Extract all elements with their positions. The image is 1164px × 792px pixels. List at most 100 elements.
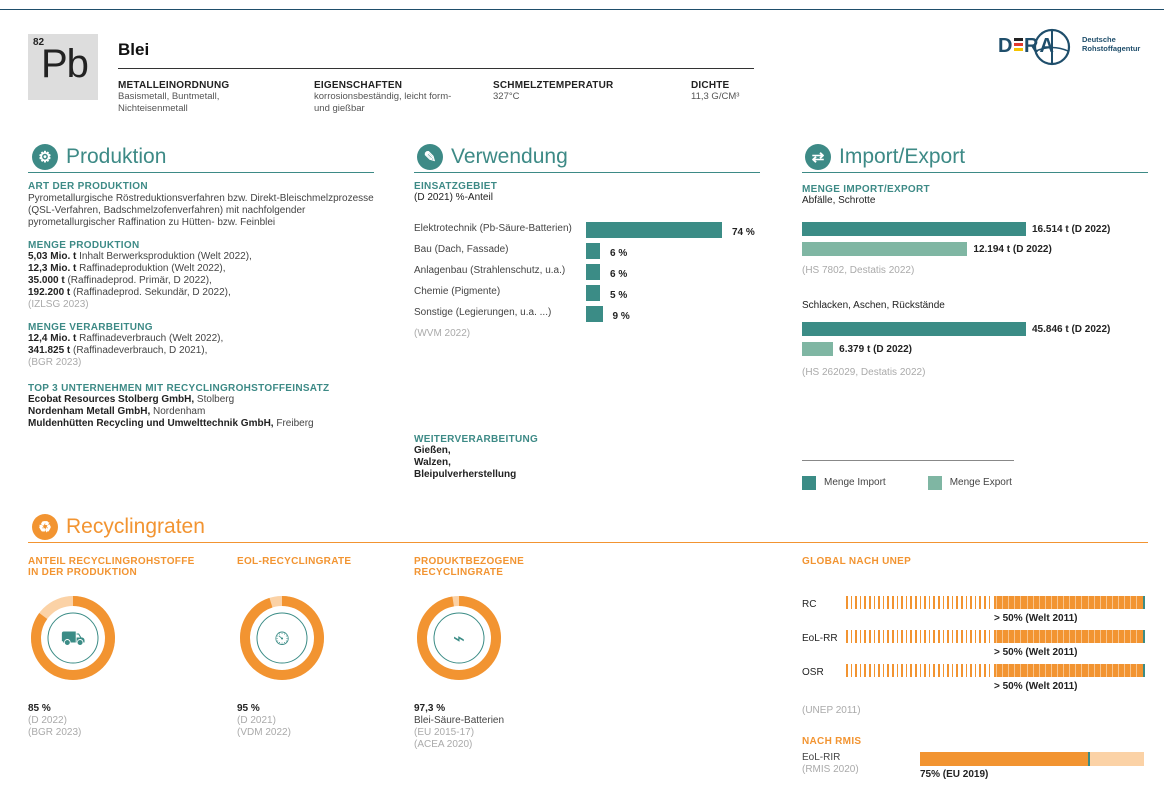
tick-mark <box>951 596 954 609</box>
heading-line: RECYCLINGRATE <box>414 567 504 578</box>
tick-mark <box>1063 664 1065 677</box>
weiter-item: Gießen, <box>414 445 451 456</box>
weiter-item: Bleipulverherstellung <box>414 469 517 480</box>
group1-title: Abfälle, Schrotte <box>802 195 876 206</box>
section-rule <box>802 172 1148 173</box>
tick-mark <box>979 664 981 677</box>
section-produktion-header: ⚙ Produktion <box>32 144 166 170</box>
value: 97,3 % <box>414 703 446 714</box>
tick-mark <box>961 664 963 677</box>
unep-end <box>1143 664 1145 677</box>
tick-mark <box>1057 630 1058 643</box>
import-chart-1: 16.514 t (D 2022) 12.194 t (D 2022) <box>802 222 1142 258</box>
data-label: 12.194 t (D 2022) <box>973 244 1052 255</box>
tick-mark <box>887 596 889 609</box>
bar <box>586 243 600 259</box>
rmis-marker <box>1088 752 1090 766</box>
tick-mark <box>892 630 894 643</box>
tick-mark <box>947 664 949 677</box>
tick-mark <box>996 664 997 677</box>
verwendung-column: EINSATZGEBIET (D 2021) %-Anteil <box>414 181 497 204</box>
recycling-col3-values: 97,3 % Blei-Säure-Batterien (EU 2015-17)… <box>414 703 504 751</box>
tick-mark <box>1026 664 1028 677</box>
tick-mark <box>956 630 958 643</box>
category-label: Bau (Dach, Fassade) <box>414 244 509 255</box>
tick-mark <box>882 630 885 643</box>
data-label: 6 % <box>610 248 628 259</box>
svg-text:RA: RA <box>1024 35 1055 57</box>
section-title: Produktion <box>66 145 167 168</box>
tick-mark <box>859 630 862 643</box>
unep-row-label: RC <box>802 599 817 610</box>
speedometer-icon: ⏲ <box>274 626 290 650</box>
rmis-heading: NACH RMIS <box>802 736 862 747</box>
import-source-1: (HS 7802, Destatis 2022) <box>802 265 915 276</box>
weiter-block: WEITERVERARBEITUNG Gießen, Walzen, Bleip… <box>414 434 538 481</box>
tick-mark <box>974 630 977 643</box>
data-label: 6.379 t (D 2022) <box>839 344 912 355</box>
subtitle: Blei-Säure-Batterien <box>414 715 505 726</box>
verarb-item: 341.825 t (Raffinadeverbrauch, D 2021), <box>28 345 208 356</box>
tick-mark <box>933 630 935 643</box>
category-label: Chemie (Pigmente) <box>414 286 501 297</box>
tick-mark <box>1008 664 1010 677</box>
tick-mark <box>1099 664 1101 677</box>
donut-eol: ⏲ <box>240 596 324 680</box>
value: 95 % <box>237 703 260 714</box>
tick-mark <box>1069 664 1071 677</box>
verarb-heading: MENGE VERARBEITUNG <box>28 322 153 333</box>
unep-strip <box>846 664 1146 677</box>
bar <box>586 285 600 301</box>
donut-anteil: ⛟ <box>31 596 115 680</box>
tick-mark <box>869 630 871 643</box>
tick-mark <box>915 596 917 609</box>
prop-dichte: DICHTE 11,3 G/CM³ <box>691 80 771 103</box>
bar <box>586 222 722 238</box>
donut-produkt: ⌁ <box>417 596 501 680</box>
tick-mark <box>1087 596 1089 609</box>
section-rule <box>414 172 760 173</box>
tick-mark <box>915 630 917 643</box>
unep-heading: GLOBAL NACH UNEP <box>802 556 912 567</box>
data-label: 16.514 t (D 2022) <box>1032 224 1111 235</box>
tick-mark <box>956 664 958 677</box>
tick-mark <box>1118 596 1119 609</box>
tick-mark <box>873 630 876 643</box>
top-heading: TOP 3 UNTERNEHMEN MIT RECYCLINGROHSTOFFE… <box>28 383 330 394</box>
tick-mark <box>1105 596 1107 609</box>
tick-mark <box>942 596 945 609</box>
legend-swatch-import <box>802 476 816 490</box>
unep-end <box>1143 630 1145 643</box>
tick-mark <box>1136 630 1138 643</box>
tick-mark <box>979 630 981 643</box>
tick-mark <box>901 630 903 643</box>
tick-mark <box>905 664 908 677</box>
tick-mark <box>1063 596 1065 609</box>
bar <box>802 342 834 356</box>
tick-mark <box>869 596 871 609</box>
tick-mark <box>924 664 926 677</box>
company: Muldenhütten Recycling und Umwelttechnik… <box>28 418 314 429</box>
tick-mark <box>855 630 857 643</box>
tick-mark <box>910 664 912 677</box>
tick-mark <box>1118 630 1119 643</box>
tick-mark <box>1093 664 1095 677</box>
tick-mark <box>1136 596 1138 609</box>
tick-mark <box>965 630 968 643</box>
section-recycling-header: ♻ Recyclingraten <box>32 514 205 540</box>
tick-mark <box>970 596 972 609</box>
tick-mark <box>878 664 880 677</box>
produktion-column: ART DER PRODUKTION Pyrometallurgische Rö… <box>28 181 378 430</box>
recycling-col2-values: 95 % (D 2021) (VDM 2022) <box>237 703 291 739</box>
prop-label: EIGENSCHAFTEN <box>314 80 403 91</box>
tick-mark <box>864 596 866 609</box>
svg-text:D: D <box>998 35 1013 57</box>
tick-mark <box>1099 630 1101 643</box>
unep-value: > 50% (Welt 2011) <box>994 613 1078 624</box>
weiter-heading: WEITERVERARBEITUNG <box>414 434 539 445</box>
source: (D 2021) <box>237 715 276 726</box>
unep-end <box>1143 596 1145 609</box>
unep-source: (UNEP 2011) <box>802 705 861 716</box>
einsatz-sub: (D 2021) %-Anteil <box>414 192 493 203</box>
tick-mark <box>864 664 866 677</box>
